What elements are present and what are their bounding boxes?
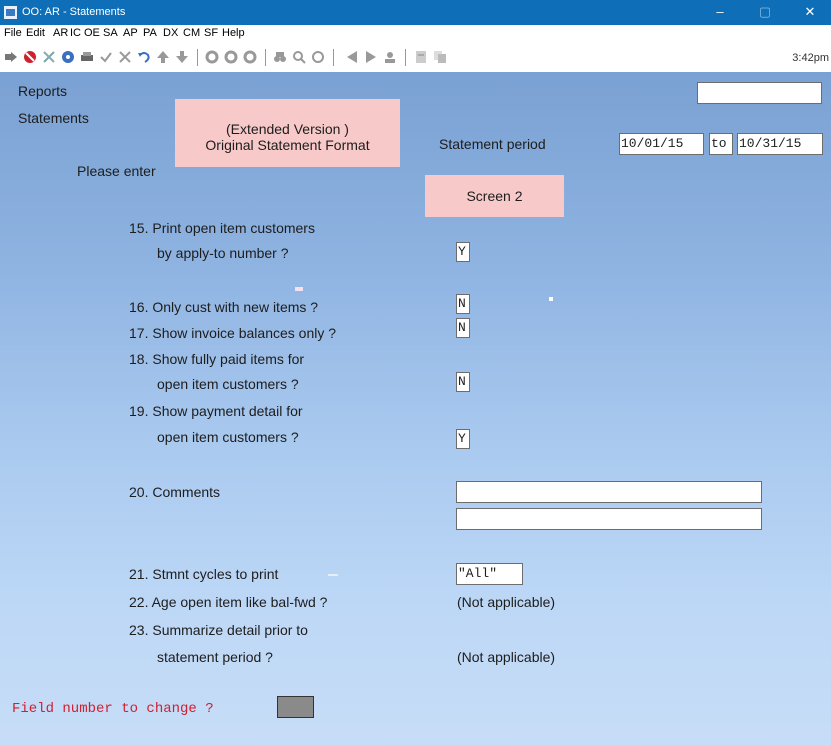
window-title: OO: AR - Statements <box>22 6 126 18</box>
menu-sa[interactable]: SA <box>103 27 118 39</box>
cursor-mark <box>328 574 338 576</box>
menu-sf[interactable]: SF <box>204 27 218 39</box>
minimize-button[interactable]: – <box>700 2 740 22</box>
menu-ar[interactable]: AR <box>53 27 68 39</box>
field-19-label-cont: open item customers ? <box>157 429 299 445</box>
field-19-value[interactable]: Y <box>456 429 470 449</box>
previous-icon[interactable] <box>345 50 359 64</box>
field-number-prompt: Field number to change ? <box>12 701 214 717</box>
field-16-value[interactable]: N <box>456 294 470 314</box>
toolbar: 3:42pm <box>0 42 831 73</box>
comments-line-1[interactable] <box>456 481 762 503</box>
field-20-label: 20. Comments <box>129 484 221 500</box>
menu-ic[interactable]: IC <box>70 27 81 39</box>
binoculars-icon[interactable] <box>273 50 287 64</box>
menu-edit[interactable]: Edit <box>26 27 45 39</box>
check-icon[interactable] <box>99 50 113 64</box>
reports-heading: Reports <box>18 83 68 99</box>
toolbar-separator <box>333 49 334 66</box>
refresh-icon[interactable] <box>311 50 325 64</box>
close-button[interactable]: ✕ <box>790 2 830 22</box>
field-number-input[interactable] <box>277 696 314 718</box>
field-21-value[interactable]: "All" <box>456 563 523 585</box>
period-from-field[interactable]: 10/01/15 <box>619 133 704 155</box>
field-22-value: (Not applicable) <box>457 594 556 610</box>
app-icon <box>4 6 17 19</box>
print-icon[interactable] <box>80 50 94 64</box>
menu-cm[interactable]: CM <box>183 27 200 39</box>
terminal-screen: Reports Statements (Extended Version ) O… <box>0 72 831 746</box>
cursor-mark <box>549 297 553 301</box>
field-16-label: 16. Only cust with new items ? <box>129 299 319 315</box>
circle-icon[interactable] <box>224 50 238 64</box>
field-23-label-cont: statement period ? <box>157 649 273 665</box>
field-23-value: (Not applicable) <box>457 649 556 665</box>
comments-line-2[interactable] <box>456 508 762 530</box>
delete-icon[interactable] <box>118 50 132 64</box>
maximize-button[interactable]: ▢ <box>745 2 785 22</box>
menu-oe[interactable]: OE <box>84 27 100 39</box>
field-15-value[interactable]: Y <box>456 242 470 262</box>
field-18-value[interactable]: N <box>456 372 470 392</box>
circle-icon[interactable] <box>243 50 257 64</box>
statements-heading: Statements <box>18 110 89 126</box>
please-enter-text: Please enter <box>77 163 156 179</box>
copy-icon[interactable] <box>433 50 447 64</box>
period-to-field[interactable]: 10/31/15 <box>737 133 823 155</box>
clock: 3:42pm <box>792 52 829 64</box>
tools-icon[interactable] <box>42 50 56 64</box>
top-right-input[interactable] <box>697 82 822 104</box>
version-line-2: Original Statement Format <box>205 137 370 153</box>
menu-pa[interactable]: PA <box>143 27 157 39</box>
toolbar-separator <box>265 49 266 66</box>
menu-ap[interactable]: AP <box>123 27 138 39</box>
field-19-label: 19. Show payment detail for <box>129 403 303 419</box>
toolbar-separator <box>197 49 198 66</box>
field-18-label: 18. Show fully paid items for <box>129 351 305 367</box>
screen-indicator: Screen 2 <box>425 175 564 217</box>
circle-icon[interactable] <box>205 50 219 64</box>
cursor-mark <box>295 287 303 291</box>
field-15-label: 15. Print open item customers <box>129 220 315 236</box>
field-17-label: 17. Show invoice balances only ? <box>129 325 337 341</box>
field-22-label: 22. Age open item like bal-fwd ? <box>129 594 328 610</box>
cancel-icon[interactable] <box>23 50 37 64</box>
undo-icon[interactable] <box>137 50 151 64</box>
field-15-label-cont: by apply-to number ? <box>157 245 289 261</box>
field-21-label: 21. Stmnt cycles to print <box>129 566 279 582</box>
menu-help[interactable]: Help <box>222 27 245 39</box>
period-to-word: to <box>709 133 733 155</box>
play-icon[interactable] <box>364 50 378 64</box>
menu-file[interactable]: File <box>4 27 22 39</box>
menu-bar: File Edit AR IC OE SA AP PA DX CM SF Hel… <box>0 25 831 42</box>
next-icon[interactable] <box>4 50 18 64</box>
zoom-icon[interactable] <box>292 50 306 64</box>
version-line-1: (Extended Version ) <box>226 121 349 137</box>
field-18-label-cont: open item customers ? <box>157 376 299 392</box>
settings-icon[interactable] <box>61 50 75 64</box>
user-icon[interactable] <box>383 50 397 64</box>
toolbar-separator <box>405 49 406 66</box>
arrow-up-icon[interactable] <box>156 50 170 64</box>
statement-period-label: Statement period <box>439 136 546 152</box>
field-17-value[interactable]: N <box>456 318 470 338</box>
version-banner: (Extended Version ) Original Statement F… <box>175 99 400 167</box>
document-icon[interactable] <box>414 50 428 64</box>
menu-dx[interactable]: DX <box>163 27 178 39</box>
arrow-down-icon[interactable] <box>175 50 189 64</box>
title-bar: OO: AR - Statements – ▢ ✕ <box>0 0 831 25</box>
field-23-label: 23. Summarize detail prior to <box>129 622 308 638</box>
